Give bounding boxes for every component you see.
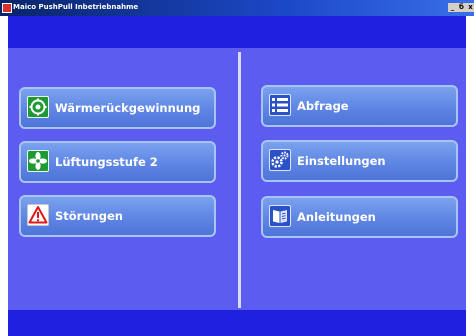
settings-label: Einstellungen — [297, 154, 386, 168]
manual-icon — [269, 205, 291, 227]
heat-recovery-icon — [27, 96, 49, 118]
close-button[interactable]: x — [466, 3, 474, 12]
window-title: Maico PushPull Inbetriebnahme — [13, 3, 139, 11]
ventilation-level-label: Lüftungsstufe 2 — [55, 155, 158, 169]
query-button[interactable]: Abfrage — [261, 85, 458, 127]
minimize-button[interactable]: _ — [448, 3, 457, 12]
faults-button[interactable]: Störungen — [19, 195, 216, 237]
manuals-button[interactable]: Anleitungen — [261, 196, 458, 238]
faults-label: Störungen — [55, 209, 123, 223]
footer-band — [8, 310, 466, 336]
heat-recovery-label: Wärmerückgewinnung — [55, 101, 201, 115]
gears-icon — [269, 149, 291, 171]
column-divider — [238, 52, 241, 308]
header-band — [8, 16, 466, 48]
settings-button[interactable]: Einstellungen — [261, 140, 458, 182]
warning-icon — [27, 204, 49, 226]
ventilation-level-button[interactable]: Lüftungsstufe 2 — [19, 141, 216, 183]
title-bar: Maico PushPull Inbetriebnahme _ б x — [0, 0, 474, 16]
list-icon — [269, 94, 291, 116]
heat-recovery-button[interactable]: Wärmerückgewinnung — [19, 87, 216, 129]
fan-icon — [27, 150, 49, 172]
manuals-label: Anleitungen — [297, 210, 376, 224]
query-label: Abfrage — [297, 99, 349, 113]
app-icon — [2, 3, 12, 13]
maximize-button[interactable]: б — [457, 3, 466, 12]
